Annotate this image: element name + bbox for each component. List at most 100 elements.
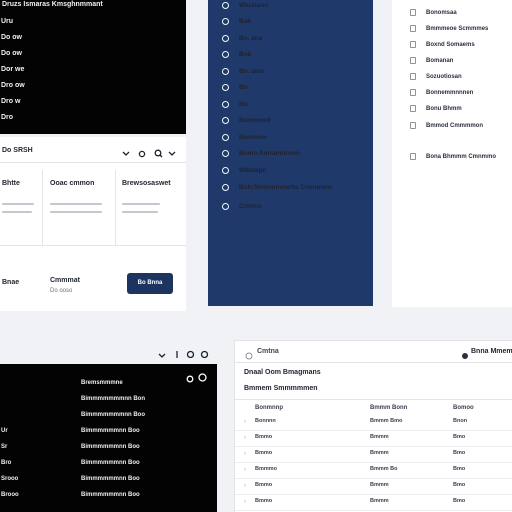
chevron-right-icon[interactable]: ›: [244, 419, 246, 425]
list-item-label: Bonnemmnnnen: [426, 89, 474, 96]
list-item[interactable]: Bona Bhmmm Cmnmmo: [410, 152, 496, 161]
table-title: Dnaal Oom Bmagmans: [244, 369, 321, 376]
sidebar-item-label: Wiustann: [239, 1, 269, 9]
list-item-label: Bonomsaa: [426, 9, 457, 16]
sidebar-item[interactable]: Wibbapn: [222, 165, 266, 175]
terminal-line: Bimmmmmmnn Boo: [81, 476, 140, 482]
search-icon[interactable]: [200, 346, 209, 364]
circle-icon: [222, 183, 229, 191]
terminal-window-bottom[interactable]: [0, 364, 217, 512]
list-item-label: Bona Bhmmm Cmnmmo: [426, 153, 497, 160]
sidebar-item[interactable]: Bomo Amrambronn: [222, 148, 300, 158]
document-icon: [410, 89, 416, 96]
column-header[interactable]: Bomoo: [453, 404, 474, 412]
sidebar-item[interactable]: Bo: [222, 82, 248, 92]
column-label: Ooac cmmon: [50, 180, 95, 187]
column-header[interactable]: Bonmnnp: [255, 404, 283, 412]
chevron-right-icon[interactable]: ›: [244, 467, 246, 473]
list-item[interactable]: Sozuotiosan: [410, 72, 462, 81]
terminal-line: Dor we: [1, 66, 25, 73]
table-cell: Bmmm: [370, 434, 389, 440]
sidebar-item[interactable]: Bo: [222, 99, 248, 109]
sidebar-item-label: Bomo Amrambronn: [239, 149, 300, 157]
terminal-prompt: Brooo: [1, 492, 19, 498]
list-item[interactable]: Bonu Bhmm: [410, 104, 462, 113]
table-card-header-right[interactable]: Bnna Mmemsa: [471, 347, 512, 356]
sidebar-item[interactable]: Boh:Smmmmmetta Cmmmem: [222, 182, 332, 192]
table-cell: Bmmm: [370, 450, 389, 456]
sidebar-item[interactable]: Ba6: [222, 16, 251, 26]
sidebar-item-label: Bo8: [239, 50, 252, 58]
table-cell: Bmmm Bmo: [370, 418, 403, 424]
sidebar-item[interactable]: Bo. ana: [222, 33, 262, 43]
terminal-line: Uru: [1, 18, 14, 25]
sidebar-item-label: Bemmoe: [239, 133, 267, 141]
close-icon[interactable]: [198, 369, 207, 387]
record-icon[interactable]: [186, 370, 194, 388]
circle-icon: [222, 50, 229, 58]
table-cell: Bmmo: [255, 498, 273, 504]
chevron-down-icon[interactable]: [122, 145, 130, 163]
chevron-right-icon[interactable]: ›: [244, 483, 246, 489]
search-icon[interactable]: [154, 145, 163, 163]
sidebar-item-label: Wibbapn: [239, 166, 267, 174]
table-row[interactable]: › Bmmo Bmmm Bmo: [235, 479, 512, 495]
table-row[interactable]: › Bonnnn Bmmm Bmo Bnon: [235, 415, 512, 431]
terminal-window-top[interactable]: Druzs Ismaras Kmsghnmmant Uru Do ow Do o…: [0, 0, 186, 134]
table-cell: Bmo: [453, 434, 466, 440]
terminal-line: Bimmmmmmmnn Boo: [81, 412, 146, 418]
sidebar-item[interactable]: Bo. ams: [222, 66, 264, 76]
list-item[interactable]: Bmmmeoe Scmmmes: [410, 24, 488, 33]
sidebar-item[interactable]: Bemmoe: [222, 132, 266, 142]
document-icon: [410, 41, 416, 48]
list-item[interactable]: Bonomsaa: [410, 8, 457, 17]
document-icon: [410, 9, 416, 16]
list-item[interactable]: Bonnemmnnnen: [410, 88, 473, 97]
card-header-title: Do SRSH: [2, 147, 33, 154]
settings-icon[interactable]: [186, 346, 195, 364]
table-row[interactable]: › Bmmo Bmmm Bmo: [235, 431, 512, 447]
table-cell: Bmmo: [255, 434, 273, 440]
terminal-line: Dro w: [1, 98, 21, 105]
table-cell: Bmmmo: [255, 466, 278, 472]
terminal-line: Bimmmmmmnn Boo: [81, 492, 140, 498]
table-row[interactable]: › Bmmo Bmmm Bmo: [235, 495, 512, 511]
terminal-line: Bimmmmmmmnn Bon: [81, 396, 146, 402]
circle-icon: [222, 149, 229, 157]
table-card-header-left[interactable]: Cmtna: [257, 347, 279, 356]
list-item[interactable]: Boxnd Somaems: [410, 40, 475, 49]
table-row[interactable]: › Bmmmo Bmmm Bo Bmo: [235, 463, 512, 479]
circle-icon: [222, 116, 229, 124]
terminal-line: Bimmmmmmnn Boo: [81, 428, 140, 434]
sidebar-item[interactable]: Wiustann: [222, 0, 268, 10]
chevron-down-icon[interactable]: [158, 347, 166, 365]
sidebar-item[interactable]: Bo8: [222, 49, 251, 59]
table-cell: Bmmm: [370, 498, 389, 504]
chevron-right-icon[interactable]: ›: [244, 435, 246, 441]
terminal-line: Dro ow: [1, 82, 25, 89]
list-item[interactable]: Bomanan: [410, 56, 453, 65]
document-icon: [410, 105, 416, 112]
circle-icon: [222, 133, 229, 141]
sidebar-item[interactable]: Crmtco: [222, 201, 262, 211]
table-cell: Bmo: [453, 498, 466, 504]
primary-button[interactable]: Bo Bnna: [127, 273, 173, 294]
chevron-right-icon[interactable]: ›: [244, 499, 246, 505]
sidebar-item-label: Bo. ams: [239, 67, 265, 75]
circle-icon: [222, 202, 229, 210]
circle-icon: [222, 67, 229, 75]
chevron-right-icon[interactable]: ›: [244, 451, 246, 457]
sidebar-item[interactable]: Bemmoed: [222, 115, 270, 125]
sidebar-item-label: Bemmoed: [239, 116, 271, 124]
column-label: Bhtte: [2, 180, 20, 187]
info-icon[interactable]: [173, 346, 181, 364]
table-cell: Bmmo: [255, 482, 273, 488]
column-header[interactable]: Bmmm Bonn: [370, 404, 407, 412]
chevron-down-icon[interactable]: [168, 145, 176, 163]
table-row[interactable]: › Bmmo Bmmm Bmo: [235, 447, 512, 463]
terminal-line: Bremsmmmne: [81, 380, 123, 386]
settings-icon[interactable]: [138, 145, 146, 163]
list-item[interactable]: Bmmod Cmmmmon: [410, 121, 483, 130]
terminal-line: Bimmmmmmnn Boo: [81, 444, 140, 450]
list-item-label: Sozuotiosan: [426, 73, 462, 80]
